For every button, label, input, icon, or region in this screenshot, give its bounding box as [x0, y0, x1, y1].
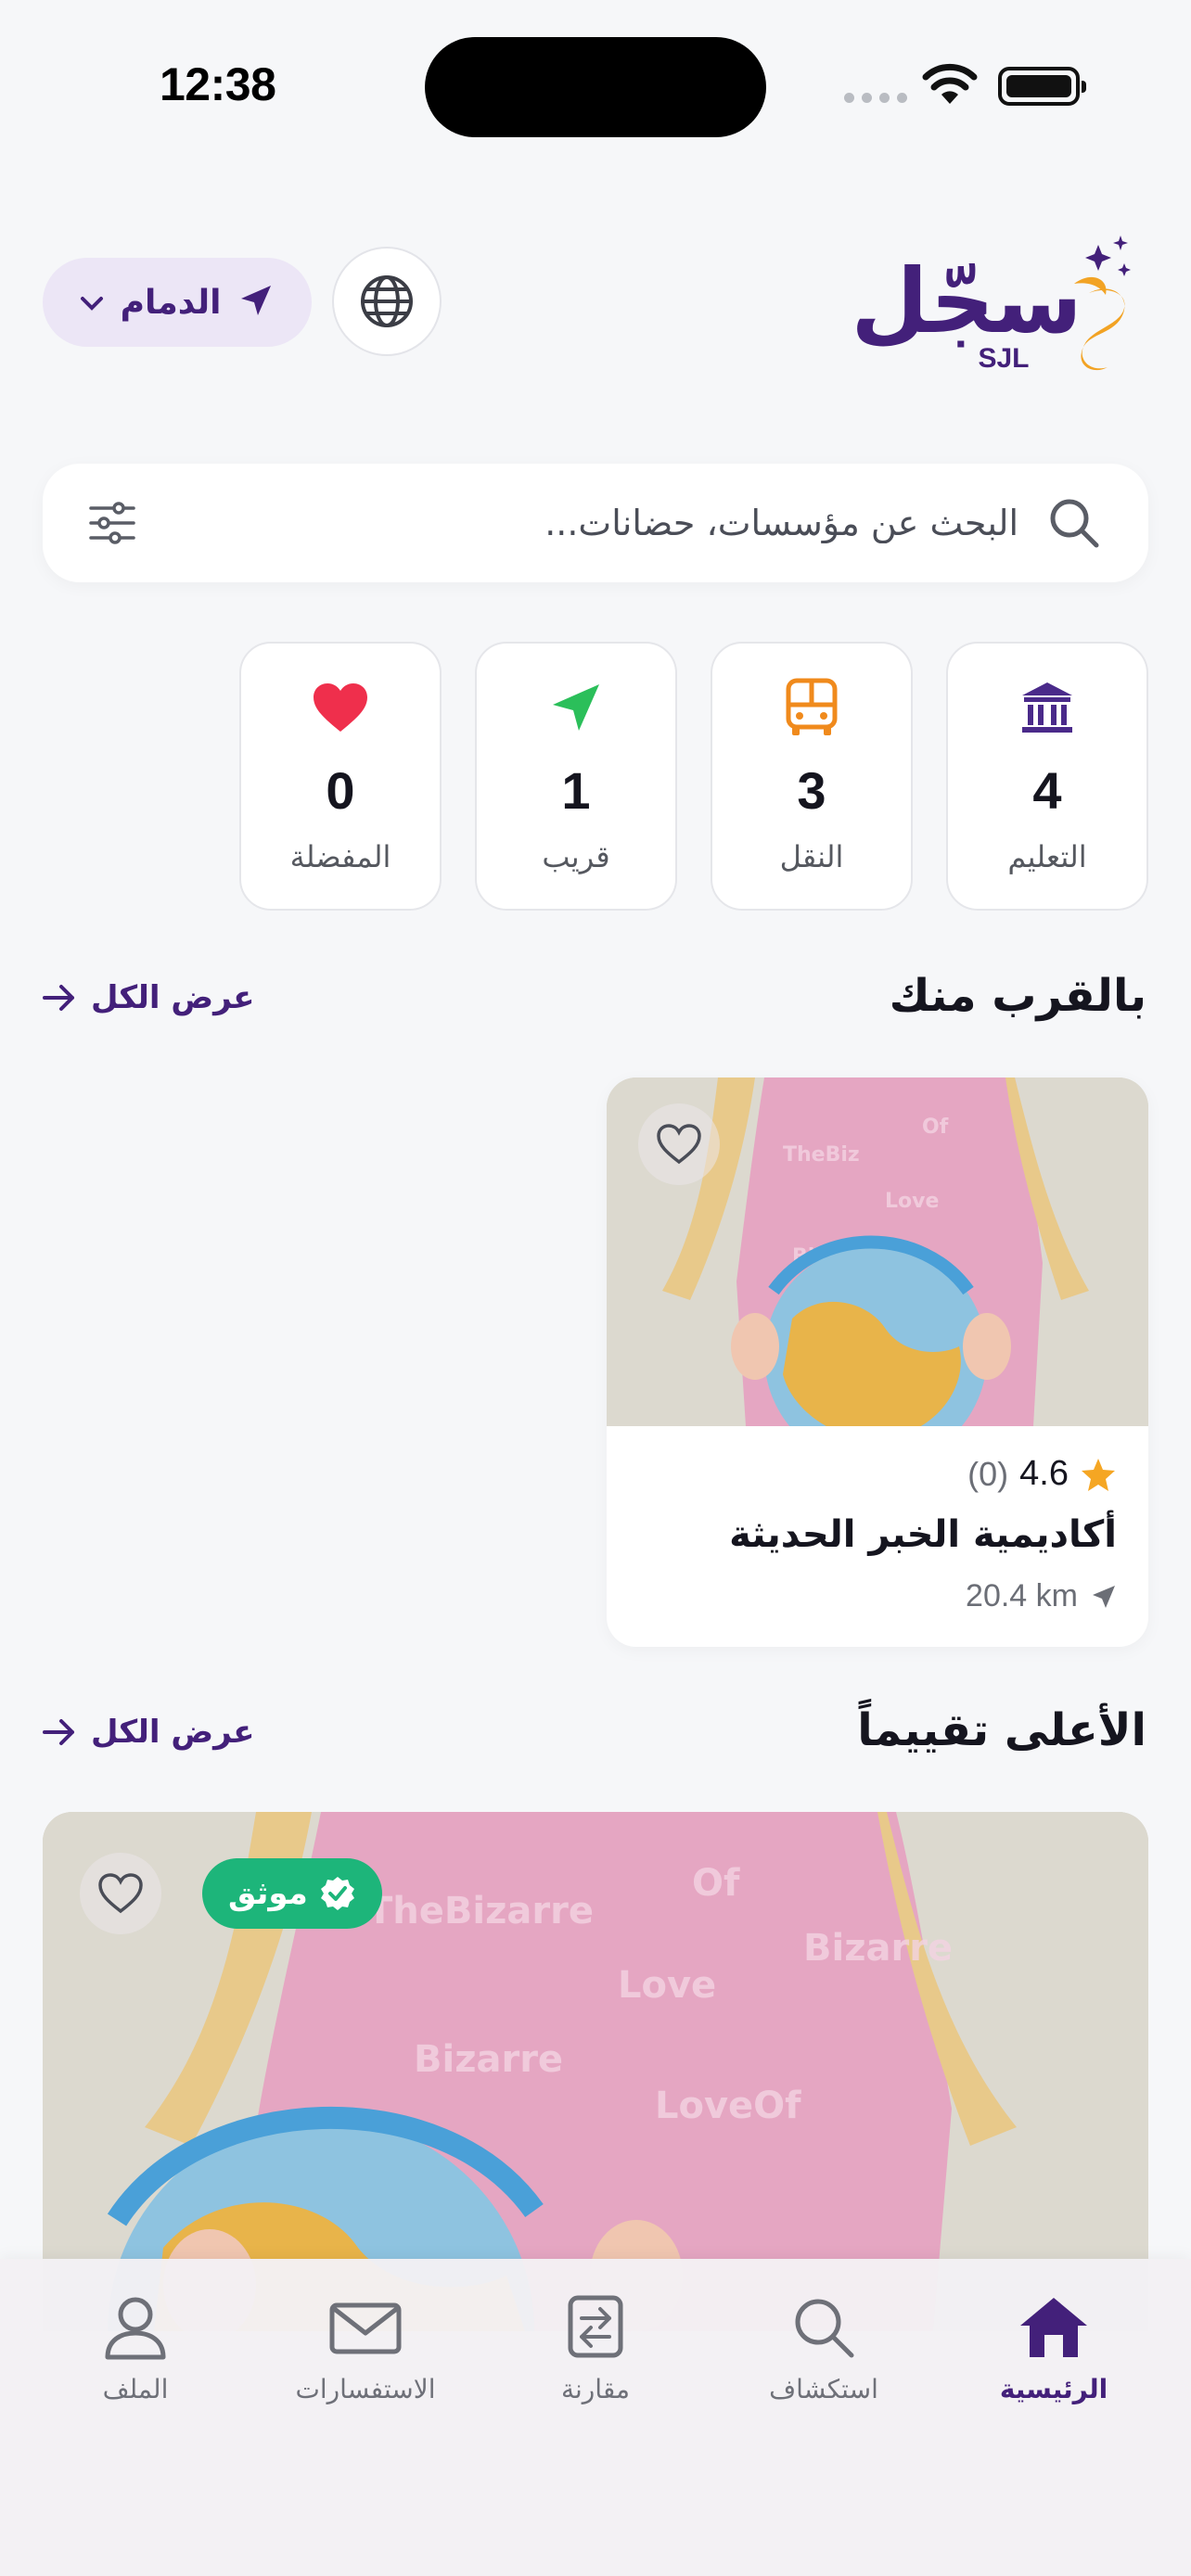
- svg-text:سجّل: سجّل: [855, 249, 1082, 353]
- stat-education[interactable]: 4 التعليم: [946, 642, 1148, 911]
- search-input[interactable]: [221, 491, 1018, 555]
- arrow-right-icon: [43, 1719, 74, 1745]
- review-count: (0): [967, 1454, 1009, 1493]
- stat-label: المفضلة: [289, 839, 391, 874]
- location-city: الدمام: [120, 283, 222, 322]
- chevron-down-icon: [80, 287, 104, 319]
- distance-value: 20.4 km: [966, 1578, 1078, 1613]
- distance-row: 20.4 km: [966, 1578, 1117, 1614]
- navigation-arrow-icon: [549, 675, 603, 740]
- tab-label: الاستفسارات: [295, 2374, 436, 2404]
- rating-row: (0) 4.6: [967, 1454, 1117, 1494]
- cellular-signal-icon: [844, 93, 907, 103]
- tab-label: مقارنة: [560, 2374, 631, 2404]
- stat-value: 1: [561, 761, 591, 820]
- stat-transport[interactable]: 3 النقل: [711, 642, 913, 911]
- status-time: 12:38: [160, 58, 276, 110]
- svg-text:TheBizarre: TheBizarre: [367, 1890, 594, 1932]
- svg-text:Of: Of: [922, 1116, 949, 1139]
- arrow-right-icon: [43, 985, 74, 1011]
- tab-compare[interactable]: مقارنة: [493, 2294, 698, 2404]
- bus-icon: [783, 675, 840, 740]
- rating-score: 4.6: [1019, 1454, 1069, 1493]
- stat-favorites[interactable]: 0 المفضلة: [239, 642, 442, 911]
- verified-check-icon: [320, 1877, 354, 1910]
- tab-home[interactable]: الرئيسية: [952, 2294, 1156, 2404]
- stat-value: 4: [1032, 761, 1062, 820]
- search-icon: [1050, 499, 1099, 548]
- mail-icon: [329, 2302, 402, 2354]
- svg-text:LoveOf: LoveOf: [655, 2085, 801, 2127]
- stat-label: التعليم: [1007, 839, 1087, 874]
- tab-explore[interactable]: استكشاف: [722, 2294, 926, 2404]
- svg-text:Love: Love: [618, 1964, 716, 2007]
- section-title-top-rated: الأعلى تقييماً: [857, 1704, 1146, 1756]
- svg-text:Bizarre: Bizarre: [414, 2038, 563, 2081]
- verified-label: موثق: [228, 1875, 308, 1912]
- stat-label: قريب: [542, 839, 610, 874]
- language-button[interactable]: [332, 247, 442, 356]
- section-title-nearby: بالقرب منك: [889, 970, 1146, 1022]
- svg-text:TheBiz: TheBiz: [783, 1143, 860, 1167]
- globe-icon: [361, 275, 413, 327]
- compare-icon: [568, 2295, 623, 2358]
- dynamic-island: [425, 37, 766, 137]
- stat-value: 3: [797, 761, 826, 820]
- stat-nearby[interactable]: 1 قريب: [475, 642, 677, 911]
- institution-icon: [1018, 675, 1076, 740]
- favorite-button[interactable]: [638, 1103, 720, 1185]
- top-rated-card[interactable]: TheBizarre Love Bizarre Of LoveOf Bizarre موث…: [43, 1812, 1148, 2331]
- heart-icon: [312, 675, 369, 740]
- app-logo: سجّل SJL: [851, 228, 1143, 376]
- bottom-tab-bar: الرئيسية استكشاف مقارنة الاستفسارات المل…: [0, 2259, 1191, 2576]
- star-icon: [1082, 1458, 1115, 1491]
- battery-icon: [998, 67, 1086, 106]
- wifi-icon: [922, 63, 978, 104]
- svg-text:Of: Of: [692, 1862, 740, 1905]
- see-all-top-rated-link[interactable]: عرض الكل: [43, 1714, 255, 1751]
- tab-label: الملف: [102, 2374, 169, 2404]
- stat-value: 0: [326, 761, 355, 820]
- tab-label: الرئيسية: [999, 2374, 1108, 2404]
- tab-inquiries[interactable]: الاستفسارات: [263, 2294, 467, 2404]
- svg-text:Love: Love: [885, 1190, 939, 1213]
- heart-outline-icon: [98, 1873, 143, 1914]
- search-bar: [43, 464, 1148, 582]
- svg-text:SJL: SJL: [978, 343, 1029, 374]
- profile-icon: [105, 2297, 166, 2360]
- home-icon: [1020, 2298, 1087, 2357]
- institution-name: أكاديمية الخبر الحديثة: [729, 1513, 1117, 1556]
- stat-label: النقل: [779, 839, 844, 874]
- search-icon: [795, 2299, 854, 2358]
- filter-sliders-icon[interactable]: [89, 501, 135, 545]
- see-all-label: عرض الكل: [91, 979, 255, 1016]
- see-all-label: عرض الكل: [91, 1714, 255, 1751]
- verified-badge: موثق: [202, 1858, 382, 1929]
- navigation-arrow-icon: [237, 282, 275, 323]
- heart-outline-icon: [657, 1124, 701, 1165]
- location-selector[interactable]: الدمام: [43, 258, 312, 347]
- home-screen: 12:38 سجّل SJL الدمام البحث عن مؤسسات، ح…: [0, 0, 1191, 2576]
- see-all-nearby-link[interactable]: عرض الكل: [43, 979, 255, 1016]
- institution-card[interactable]: TheBizLoveBizarreOfLove (0) 4.6 أكاديمية…: [607, 1078, 1148, 1647]
- favorite-button[interactable]: [80, 1853, 161, 1934]
- svg-text:Bizarre: Bizarre: [803, 1927, 953, 1970]
- tab-label: استكشاف: [769, 2374, 878, 2404]
- tab-profile[interactable]: الملف: [33, 2294, 237, 2404]
- navigation-arrow-icon: [1093, 1585, 1115, 1608]
